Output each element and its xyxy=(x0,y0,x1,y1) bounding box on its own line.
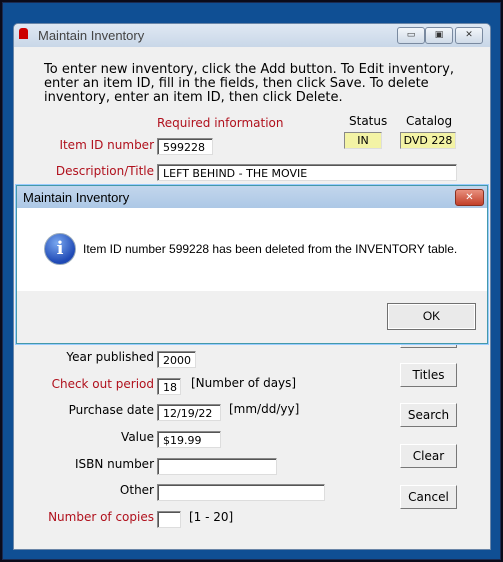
instruction-line: inventory, enter an item ID, then click … xyxy=(44,90,343,105)
dialog-close-button[interactable]: ✕ xyxy=(455,189,484,206)
item-id-label: Item ID number xyxy=(59,138,154,152)
window-title: Maintain Inventory xyxy=(38,28,145,43)
copies-label: Number of copies xyxy=(48,510,154,524)
titles-button[interactable]: Titles xyxy=(400,363,457,387)
description-label: Description/Title xyxy=(55,164,154,178)
required-label: Required information xyxy=(157,116,284,130)
checkout-hint: [Number of days] xyxy=(191,376,297,390)
other-label: Other xyxy=(119,483,154,497)
purchase-date-input[interactable]: 12/19/22 xyxy=(157,404,221,421)
instructions: To enter new inventory, click the Add bu… xyxy=(44,63,454,105)
title-bar[interactable]: Maintain Inventory ▭ ▣ ✕ xyxy=(14,24,490,47)
catalog-value: DVD 228 xyxy=(400,132,456,149)
year-input[interactable]: 2000 xyxy=(157,351,196,368)
description-input[interactable]: LEFT BEHIND - THE MOVIE xyxy=(157,164,457,181)
value-label: Value xyxy=(121,430,154,444)
checkout-input[interactable]: 18 xyxy=(157,378,181,395)
status-label: Status xyxy=(349,114,388,128)
status-value: IN xyxy=(344,132,382,149)
dialog-body: i Item ID number 599228 has been deleted… xyxy=(17,208,487,291)
catalog-label: Catalog xyxy=(406,114,453,128)
dialog-title-bar[interactable]: Maintain Inventory ✕ xyxy=(17,186,487,208)
year-label: Year published xyxy=(66,350,154,364)
cancel-button[interactable]: Cancel xyxy=(400,485,457,509)
message-dialog: Maintain Inventory ✕ i Item ID number 59… xyxy=(16,185,488,344)
dialog-title: Maintain Inventory xyxy=(23,190,130,205)
ok-button[interactable]: OK xyxy=(387,303,476,330)
clear-button[interactable]: Clear xyxy=(400,444,457,468)
instruction-line: enter an item ID, fill in the fields, th… xyxy=(44,76,429,91)
search-button[interactable]: Search xyxy=(400,403,457,427)
info-icon: i xyxy=(44,233,76,265)
isbn-input[interactable] xyxy=(157,458,277,475)
value-input[interactable]: $19.99 xyxy=(157,431,221,448)
other-input[interactable] xyxy=(157,484,325,501)
maximize-button[interactable]: ▣ xyxy=(425,27,453,44)
purchase-date-label: Purchase date xyxy=(68,403,154,417)
isbn-label: ISBN number xyxy=(74,457,154,471)
copies-input[interactable] xyxy=(157,511,181,528)
close-button[interactable]: ✕ xyxy=(455,27,483,44)
purchase-date-hint: [mm/dd/yy] xyxy=(229,402,300,416)
dialog-message: Item ID number 599228 has been deleted f… xyxy=(83,242,458,256)
app-icon xyxy=(19,28,28,39)
checkout-label: Check out period xyxy=(51,377,154,391)
item-id-input[interactable]: 599228 xyxy=(157,138,213,155)
minimize-button[interactable]: ▭ xyxy=(397,27,425,44)
instruction-line: To enter new inventory, click the Add bu… xyxy=(44,62,454,77)
copies-hint: [1 - 20] xyxy=(189,510,234,524)
